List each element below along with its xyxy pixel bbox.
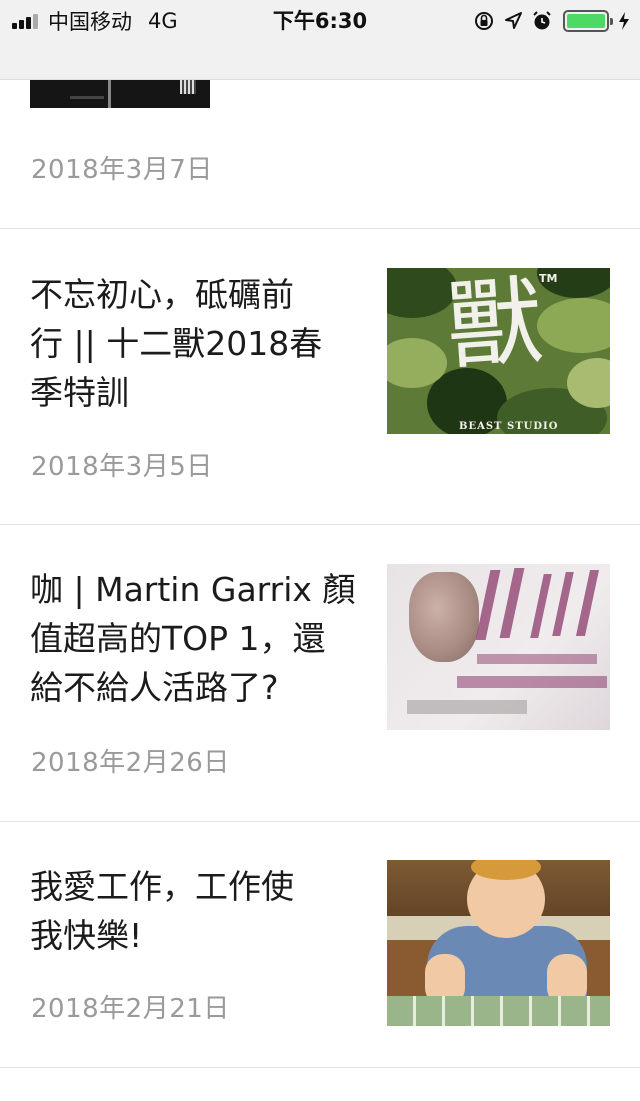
- status-right: [465, 6, 630, 36]
- divider: [0, 1067, 640, 1068]
- divider: [0, 228, 640, 229]
- article-date: 2018年2月21日: [31, 994, 230, 1024]
- charging-icon: [618, 11, 630, 31]
- divider: [0, 524, 640, 525]
- money-stack: [387, 996, 610, 1026]
- article-thumbnail[interactable]: 獸 TM BEAST STUDIO: [387, 268, 610, 434]
- status-time: 下午6:30: [272, 9, 368, 33]
- title-line: 值超高的TOP 1，還: [30, 619, 326, 658]
- article-date: 2018年3月7日: [31, 155, 213, 185]
- title-line: 我快樂!: [30, 916, 143, 955]
- thumb-text-strip: [70, 96, 104, 99]
- qr-code-icon: [180, 80, 196, 94]
- article-thumbnail[interactable]: [387, 564, 610, 730]
- location-icon: [503, 11, 523, 31]
- title-line: 不忘初心，砥礪前: [30, 275, 294, 314]
- battery-fill: [567, 14, 605, 28]
- title-line: 給不給人活路了?: [30, 668, 279, 707]
- article-title[interactable]: 咖 | Martin Garrix 顏 值超高的TOP 1，還 給不給人活路了?: [30, 565, 360, 712]
- alarm-icon: [531, 10, 553, 32]
- article-thumbnail[interactable]: [30, 80, 210, 108]
- article-thumbnail[interactable]: [387, 860, 610, 1026]
- portrait-image: [409, 572, 479, 662]
- title-line: 咖 | Martin Garrix 顏: [30, 570, 356, 609]
- article-date: 2018年3月5日: [31, 452, 213, 482]
- divider: [0, 821, 640, 822]
- status-bar: 中国移动 4G 下午6:30: [0, 0, 640, 80]
- trademark-mark: TM: [539, 272, 558, 285]
- thumb-light-streak: [108, 80, 111, 108]
- article-date: 2018年2月26日: [31, 748, 230, 778]
- title-line: 行 || 十二獸2018春: [30, 324, 323, 363]
- article-title[interactable]: 我愛工作，工作使 我快樂!: [30, 862, 360, 960]
- title-line: 季特訓: [30, 373, 129, 412]
- rotation-lock-icon: [473, 10, 495, 32]
- battery-icon: [563, 10, 613, 32]
- studio-label: BEAST STUDIO: [459, 421, 559, 432]
- article-title[interactable]: 不忘初心，砥礪前 行 || 十二獸2018春 季特訓: [30, 270, 360, 417]
- brand-logo: 獸: [443, 268, 547, 384]
- title-line: 我愛工作，工作使: [30, 867, 294, 906]
